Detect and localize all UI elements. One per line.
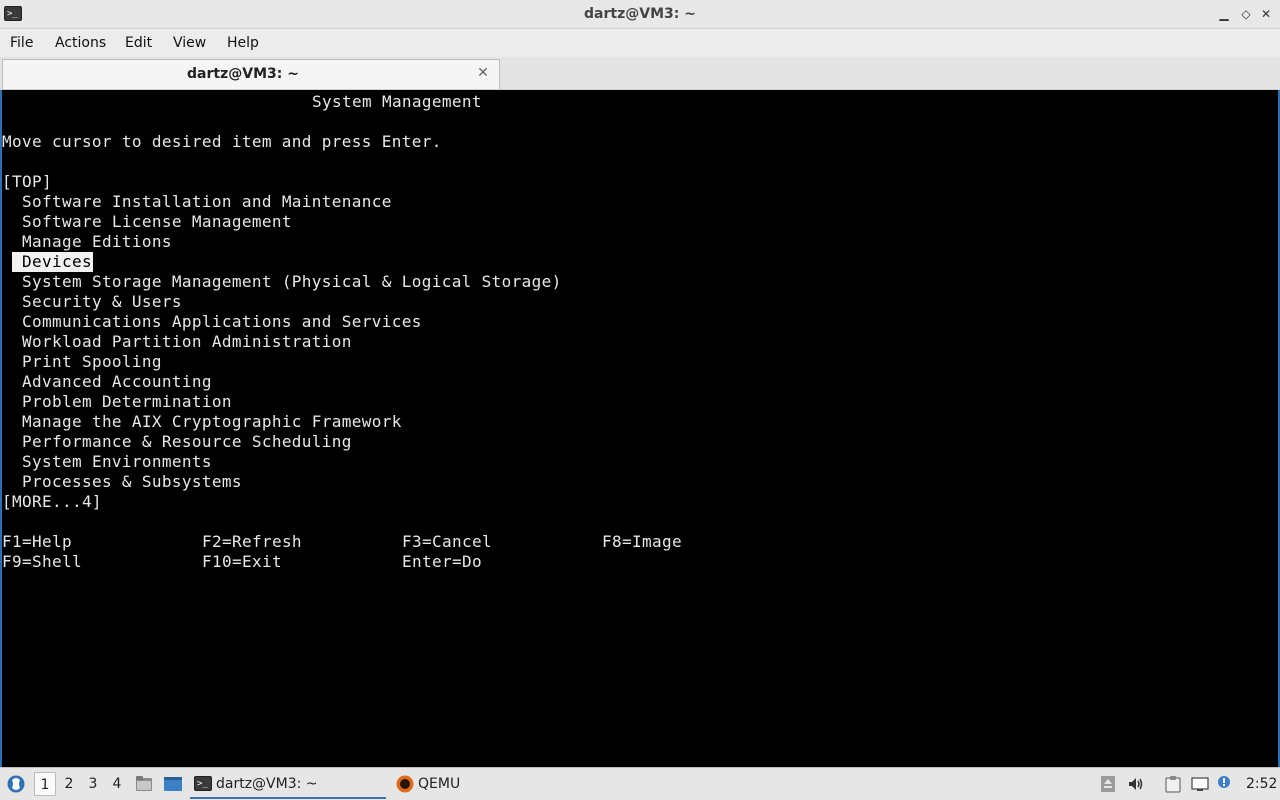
file-manager-icon[interactable]: [134, 768, 154, 800]
more-marker: [MORE...4]: [2, 492, 102, 511]
menu-icon[interactable]: [6, 768, 26, 800]
fkey-cancel[interactable]: F3=Cancel: [402, 532, 492, 552]
menu-option[interactable]: Workload Partition Administration: [22, 332, 352, 352]
clock[interactable]: 2:52: [1246, 768, 1278, 800]
top-marker: [TOP]: [2, 172, 52, 191]
menu-option[interactable]: Security & Users: [22, 292, 182, 312]
show-desktop-icon[interactable]: [162, 768, 184, 800]
qemu-icon: [396, 775, 414, 793]
menu-option[interactable]: Communications Applications and Services: [22, 312, 422, 332]
menu-help[interactable]: Help: [227, 29, 259, 57]
maximize-button[interactable]: ◇: [1238, 6, 1254, 22]
fkey-exit[interactable]: F10=Exit: [202, 552, 282, 572]
taskbar: 1 2 3 4 >_ dartz@VM3: ~ QEMU 2:52: [0, 767, 1280, 800]
fkey-enter[interactable]: Enter=Do: [402, 552, 482, 572]
fkey-image[interactable]: F8=Image: [602, 532, 682, 552]
smit-heading: System Management: [312, 92, 482, 111]
close-window-button[interactable]: ✕: [1258, 6, 1274, 22]
tabbar: dartz@VM3: ~ ✕: [0, 57, 1280, 90]
task-terminal-button[interactable]: >_ dartz@VM3: ~: [190, 770, 386, 799]
menu-view[interactable]: View: [173, 29, 206, 57]
desktop-3-button[interactable]: 3: [82, 772, 104, 796]
smit-instruction: Move cursor to desired item and press En…: [2, 132, 442, 151]
menu-edit[interactable]: Edit: [125, 29, 152, 57]
desktop-2-button[interactable]: 2: [58, 772, 80, 796]
minimize-button[interactable]: ▁: [1216, 6, 1232, 22]
menu-option[interactable]: Print Spooling: [22, 352, 162, 372]
clipboard-icon[interactable]: [1164, 775, 1182, 793]
menu-option-selected[interactable]: Devices: [12, 252, 93, 272]
menu-option[interactable]: Software License Management: [22, 212, 292, 232]
removable-drive-icon[interactable]: [1099, 775, 1117, 793]
menu-option[interactable]: Problem Determination: [22, 392, 232, 412]
menu-file[interactable]: File: [10, 29, 33, 57]
menu-option[interactable]: System Storage Management (Physical & Lo…: [22, 272, 562, 292]
menu-option[interactable]: Performance & Resource Scheduling: [22, 432, 352, 452]
desktop-4-button[interactable]: 4: [106, 772, 128, 796]
menu-option[interactable]: Processes & Subsystems: [22, 472, 242, 492]
menu-option[interactable]: Advanced Accounting: [22, 372, 212, 392]
terminal-icon: >_: [194, 776, 212, 791]
volume-icon[interactable]: [1127, 775, 1145, 793]
task-qemu-button[interactable]: QEMU: [392, 770, 588, 799]
task-qemu-label: QEMU: [418, 776, 461, 792]
notification-icon[interactable]: [1216, 775, 1234, 793]
tab-label: dartz@VM3: ~: [187, 66, 299, 82]
menu-option[interactable]: Manage Editions: [22, 232, 172, 252]
menu-actions[interactable]: Actions: [55, 29, 106, 57]
menu-option[interactable]: Manage the AIX Cryptographic Framework: [22, 412, 402, 432]
window-title: dartz@VM3: ~: [584, 6, 696, 22]
fkey-refresh[interactable]: F2=Refresh: [202, 532, 302, 552]
fkey-shell[interactable]: F9=Shell: [2, 552, 82, 572]
task-terminal-label: dartz@VM3: ~: [216, 776, 318, 792]
tab-close-icon[interactable]: ✕: [475, 63, 491, 83]
terminal-view[interactable]: System Management Move cursor to desired…: [0, 90, 1280, 767]
desktop-screen: >_ dartz@VM3: ~ ▁ ◇ ✕ File Actions Edit …: [0, 0, 1280, 800]
fkey-help[interactable]: F1=Help: [2, 532, 72, 552]
desktop-1-button[interactable]: 1: [34, 772, 56, 796]
menubar: File Actions Edit View Help: [0, 29, 1280, 57]
window-titlebar[interactable]: >_ dartz@VM3: ~ ▁ ◇ ✕: [0, 0, 1280, 29]
network-icon[interactable]: [1191, 775, 1209, 793]
tab-terminal[interactable]: dartz@VM3: ~ ✕: [2, 59, 500, 89]
menu-option[interactable]: Software Installation and Maintenance: [22, 192, 392, 212]
menu-option[interactable]: System Environments: [22, 452, 212, 472]
